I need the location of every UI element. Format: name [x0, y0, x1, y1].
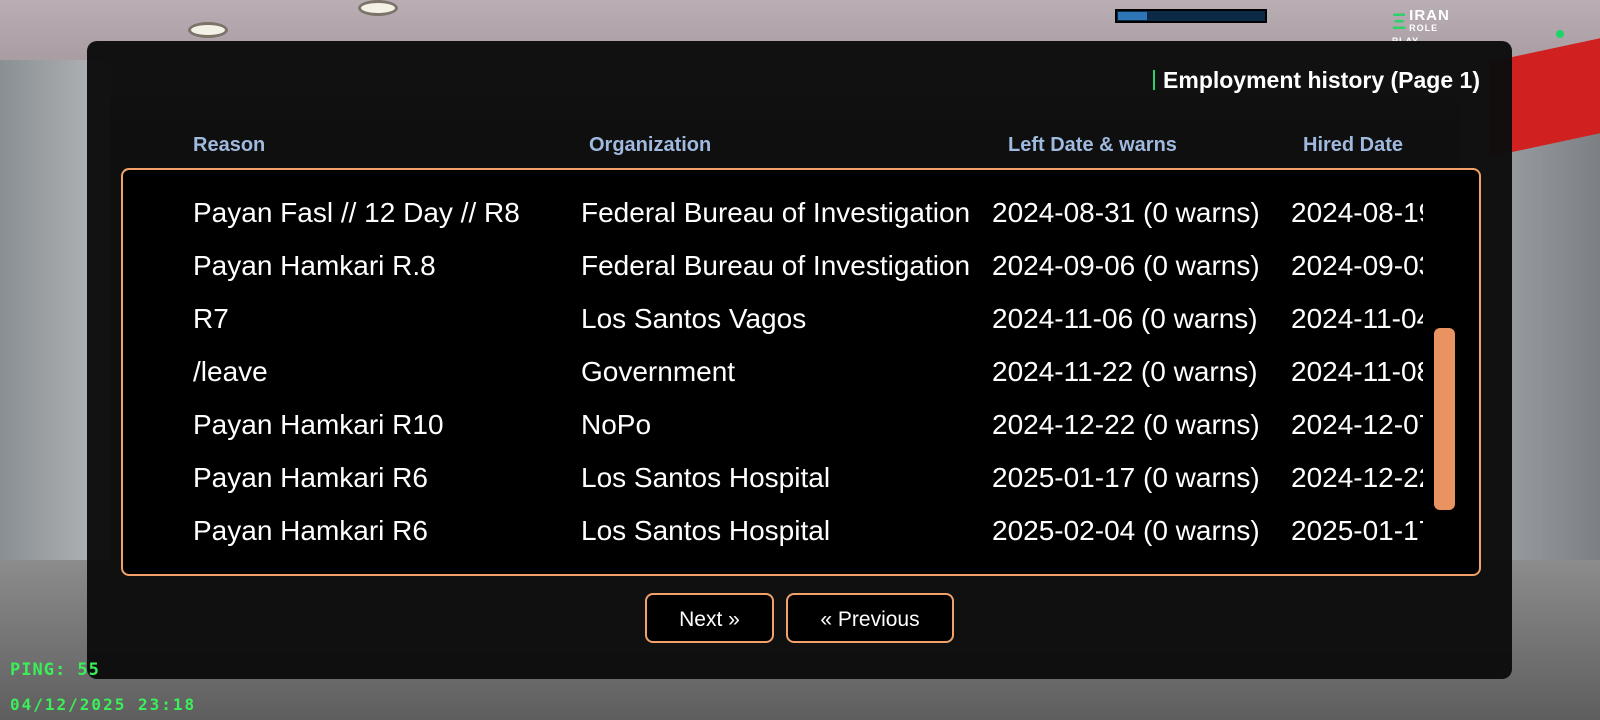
- cell-organization: Federal Bureau of Investigation: [581, 250, 971, 281]
- employment-history-dialog: Employment history (Page 1) Reason Organ…: [87, 41, 1512, 679]
- cell-left-date: 2024-11-06 (0 warns): [992, 303, 1258, 334]
- cell-left-date: 2024-12-22 (0 warns): [992, 409, 1260, 440]
- cell-organization: Los Santos Hospital: [581, 462, 831, 493]
- cell-reason: /leave: [193, 356, 268, 387]
- cell-organization: NoPo: [581, 409, 652, 440]
- column-header-organization: Organization: [589, 134, 712, 156]
- cell-left-date: 2025-01-17 (0 warns): [992, 462, 1260, 493]
- cell-left-date: 2024-09-06 (0 warns): [992, 250, 1260, 281]
- cell-organization: Los Santos Vagos: [581, 303, 807, 334]
- cell-reason: R7: [193, 303, 229, 334]
- table-row[interactable]: Payan Hamkari R6 Los Santos Hospital 202…: [123, 451, 1479, 504]
- cell-reason: Payan Hamkari R6: [193, 462, 428, 493]
- cell-organization: Federal Bureau of Investigation: [581, 197, 971, 228]
- column-header-left-date: Left Date & warns: [1008, 134, 1177, 156]
- table-row[interactable]: /leave Government 2024-11-22 (0 warns) 2…: [123, 345, 1479, 398]
- table-row[interactable]: R7 Los Santos Vagos 2024-11-06 (0 warns)…: [123, 292, 1479, 345]
- history-list[interactable]: Payan Fasl // 12 Day // R8 Federal Burea…: [121, 168, 1481, 576]
- previous-page-button[interactable]: « Previous: [786, 593, 954, 643]
- cell-reason: Payan Fasl // 12 Day // R8: [193, 197, 520, 228]
- cell-hired-date: 2024-12-07: [1291, 409, 1423, 440]
- table-row[interactable]: Payan Hamkari R10 NoPo 2024-12-22 (0 war…: [123, 398, 1479, 451]
- ceiling-light: [188, 22, 228, 38]
- cell-hired-date: 2024-08-19: [1291, 197, 1423, 228]
- dialog-title-text: Employment history (Page 1): [1163, 67, 1480, 93]
- status-dot-icon: [1556, 30, 1564, 38]
- list-scrollbar[interactable]: [1434, 328, 1455, 510]
- table-row[interactable]: Payan Hamkari R.8 Federal Bureau of Inve…: [123, 239, 1479, 292]
- table-header: Reason Organization Left Date & warns Hi…: [87, 134, 1512, 164]
- cell-hired-date: 2024-11-08: [1291, 356, 1423, 387]
- cell-left-date: 2025-02-04 (0 warns): [992, 515, 1260, 546]
- dialog-title: Employment history (Page 1): [1153, 67, 1480, 94]
- cell-organization: Government: [581, 356, 736, 387]
- cell-hired-date: 2025-01-17: [1291, 515, 1423, 546]
- logo-mark-icon: Ξ: [1392, 9, 1408, 34]
- cell-left-date: 2024-11-22 (0 warns): [992, 356, 1258, 387]
- cell-hired-date: 2024-12-22: [1291, 462, 1423, 493]
- cell-left-date: 2024-08-31 (0 warns): [992, 197, 1260, 228]
- column-header-reason: Reason: [193, 134, 266, 156]
- health-bar: [1115, 9, 1267, 23]
- cell-reason: Payan Hamkari R.8: [193, 250, 436, 281]
- table-row[interactable]: Payan Hamkari R6 Los Santos Hospital 202…: [123, 504, 1479, 557]
- next-page-button[interactable]: Next »: [645, 593, 774, 643]
- title-accent-bar: [1153, 70, 1156, 90]
- date-time-readout: 04/12/2025 23:18: [10, 695, 197, 714]
- health-bar-fill: [1118, 12, 1147, 20]
- ping-readout: PING: 55: [10, 660, 100, 680]
- cell-reason: Payan Hamkari R10: [193, 409, 444, 440]
- cell-organization: Los Santos Hospital: [581, 515, 831, 546]
- column-header-hired-date: Hired Date: [1303, 134, 1404, 156]
- table-row[interactable]: Payan Fasl // 12 Day // R8 Federal Burea…: [123, 186, 1479, 239]
- cell-reason: Payan Hamkari R6: [193, 515, 428, 546]
- cell-hired-date: 2024-11-04: [1291, 303, 1423, 334]
- cell-hired-date: 2024-09-03: [1291, 250, 1423, 281]
- ceiling-light: [358, 0, 398, 16]
